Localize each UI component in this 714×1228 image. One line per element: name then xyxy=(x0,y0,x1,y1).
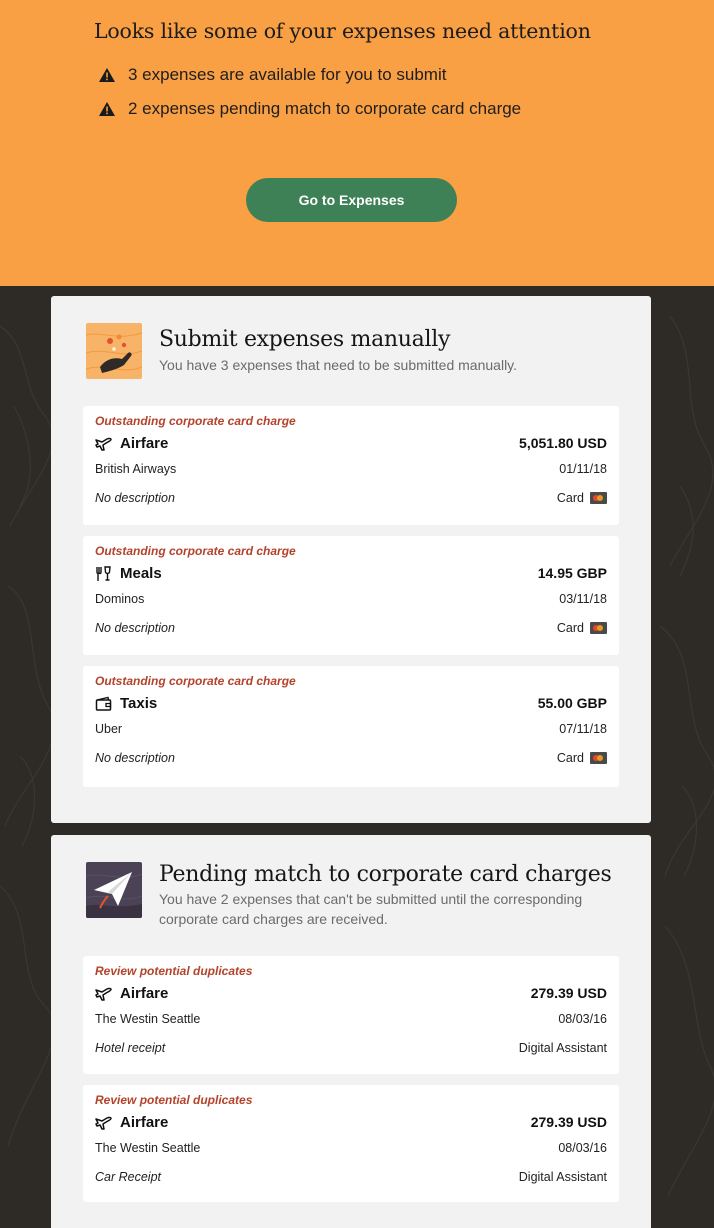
category-label: Airfare xyxy=(120,985,169,1002)
wallet-icon xyxy=(95,696,112,711)
category-label: Meals xyxy=(120,565,162,582)
section-subtitle: You have 2 expenses that can't be submit… xyxy=(159,891,583,927)
expense-date: 08/03/16 xyxy=(558,1141,607,1155)
attention-banner: Looks like some of your expenses need at… xyxy=(0,0,714,286)
merchant-name: The Westin Seattle xyxy=(95,1012,201,1026)
expense-amount: 279.39 USD xyxy=(530,1114,607,1130)
category-label: Taxis xyxy=(120,695,158,712)
expense-category: Airfare xyxy=(95,1114,168,1131)
alert-text: 2 expenses pending match to corporate ca… xyxy=(128,99,522,118)
expense-source: Card xyxy=(557,751,607,765)
source-label: Card xyxy=(556,751,584,765)
expense-source: Card xyxy=(557,491,607,505)
alert-row: 3 expenses are available for you to subm… xyxy=(98,63,446,87)
section-title: Submit expenses manually xyxy=(159,327,451,352)
utensils-icon xyxy=(96,565,111,581)
expense-date: 08/03/16 xyxy=(558,1012,607,1026)
expense-date: 07/11/18 xyxy=(559,722,607,736)
expense-card[interactable]: Outstanding corporate card charge Airfar… xyxy=(83,406,619,525)
expense-description: Hotel receipt xyxy=(95,1041,166,1055)
go-to-expenses-button[interactable]: Go to Expenses xyxy=(246,178,457,222)
expense-source: Digital Assistant xyxy=(519,1170,607,1184)
source-label: Card xyxy=(556,491,584,505)
expense-date: 01/11/18 xyxy=(559,462,607,476)
category-label: Airfare xyxy=(120,435,169,452)
expense-category: Taxis xyxy=(95,695,157,712)
status-flag: Review potential duplicates xyxy=(95,1093,253,1107)
expense-card[interactable]: Review potential duplicates Airfare 279.… xyxy=(83,1085,619,1202)
status-flag: Review potential duplicates xyxy=(95,964,253,978)
credit-card-icon xyxy=(590,752,607,764)
expense-card[interactable]: Outstanding corporate card charge Taxis … xyxy=(83,666,619,787)
source-label: Digital Assistant xyxy=(518,1041,607,1055)
merchant-name: British Airways xyxy=(95,462,177,476)
expense-amount: 55.00 GBP xyxy=(537,695,607,711)
credit-card-icon xyxy=(590,492,607,504)
expense-card[interactable]: Outstanding corporate card charge Meals … xyxy=(83,536,619,655)
status-flag: Outstanding corporate card charge xyxy=(95,544,296,558)
expense-category: Airfare xyxy=(95,985,168,1002)
expense-date: 03/11/18 xyxy=(559,592,607,606)
airplane-icon xyxy=(95,437,112,451)
expense-amount: 14.95 GBP xyxy=(537,565,607,581)
merchant-name: Uber xyxy=(95,722,123,736)
expense-amount: 279.39 USD xyxy=(530,985,607,1001)
section-subtitle: You have 3 expenses that need to be subm… xyxy=(159,357,518,373)
merchant-name: The Westin Seattle xyxy=(95,1141,201,1155)
expense-description: No description xyxy=(95,751,175,765)
warning-icon xyxy=(99,102,115,116)
airplane-icon xyxy=(95,1116,112,1130)
section-title: Pending match to corporate card charges xyxy=(159,862,612,887)
source-label: Digital Assistant xyxy=(518,1170,607,1184)
airplane-icon xyxy=(95,987,112,1001)
source-label: Card xyxy=(556,621,584,635)
category-label: Airfare xyxy=(120,1114,169,1131)
banner-title: Looks like some of your expenses need at… xyxy=(94,19,591,43)
expense-amount: 5,051.80 USD xyxy=(519,435,607,451)
alert-text: 3 expenses are available for you to subm… xyxy=(128,65,447,84)
submit-manually-section: Submit expenses manually You have 3 expe… xyxy=(51,296,651,823)
expense-description: No description xyxy=(95,491,175,505)
expense-description: Car Receipt xyxy=(95,1170,161,1184)
expense-card[interactable]: Review potential duplicates Airfare 279.… xyxy=(83,956,619,1074)
hand-flowers-icon xyxy=(86,323,142,379)
warning-icon xyxy=(99,68,115,82)
expense-category: Airfare xyxy=(95,435,168,452)
pending-match-section: Pending match to corporate card charges … xyxy=(51,835,651,1228)
status-flag: Outstanding corporate card charge xyxy=(95,414,296,428)
expense-source: Digital Assistant xyxy=(519,1041,607,1055)
credit-card-icon xyxy=(590,622,607,634)
paper-plane-icon xyxy=(86,862,142,918)
expense-description: No description xyxy=(95,621,175,635)
merchant-name: Dominos xyxy=(95,592,145,606)
expense-source: Card xyxy=(557,621,607,635)
status-flag: Outstanding corporate card charge xyxy=(95,674,296,688)
expense-category: Meals xyxy=(95,565,162,582)
alert-row: 2 expenses pending match to corporate ca… xyxy=(98,97,521,121)
